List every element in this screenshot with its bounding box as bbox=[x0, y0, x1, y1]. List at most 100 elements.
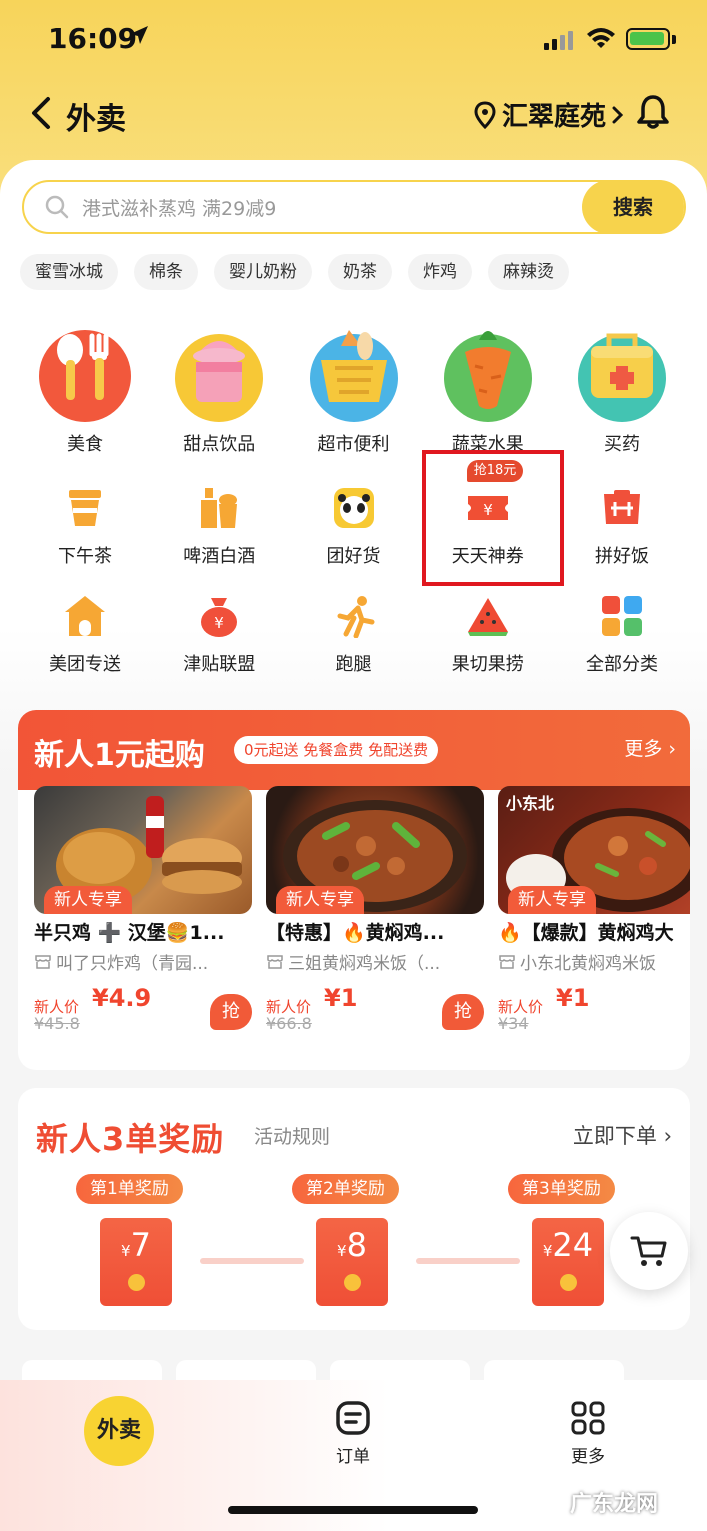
category-food[interactable]: 美食 bbox=[18, 316, 152, 456]
search-input[interactable]: 港式滋补蒸鸡 满29减9 bbox=[82, 194, 276, 221]
category-label: 超市便利 bbox=[317, 434, 390, 455]
category-dessert[interactable]: 甜点饮品 bbox=[152, 316, 286, 456]
deal-item[interactable]: 新人专享 半只鸡 ➕ 汉堡🍔1... 叫了只炸鸡（青园... 新人价 ¥4.9 … bbox=[34, 786, 252, 1038]
food-name: 🔥【爆款】黄焖鸡大 bbox=[498, 922, 674, 944]
hot-tag[interactable]: 麻辣烫 bbox=[488, 254, 569, 290]
hot-tag[interactable]: 奶茶 bbox=[328, 254, 392, 290]
location-selector[interactable]: 汇翠庭苑 bbox=[474, 96, 624, 133]
home-indicator[interactable] bbox=[228, 1506, 478, 1514]
tea-cup-icon bbox=[69, 490, 101, 526]
hot-tag[interactable]: 炸鸡 bbox=[408, 254, 472, 290]
watermelon-icon bbox=[467, 598, 508, 636]
currency-symbol: ¥ bbox=[121, 1242, 131, 1260]
delivery-house-icon bbox=[65, 596, 105, 636]
hot-tag[interactable]: 棉条 bbox=[134, 254, 198, 290]
search-button[interactable]: 搜索 bbox=[582, 179, 684, 234]
page-title[interactable]: 外卖 bbox=[66, 94, 126, 138]
subcategory-label: 拼好饭 bbox=[595, 546, 649, 567]
reward-amount: ¥24 bbox=[532, 1226, 604, 1264]
category-label: 甜点饮品 bbox=[183, 434, 256, 455]
subcategory-allowance[interactable]: ¥ 津贴联盟 bbox=[152, 588, 286, 696]
food-image: 小东北 新人专享 bbox=[498, 786, 690, 914]
reward-value: 8 bbox=[346, 1226, 367, 1264]
reward-amount: ¥7 bbox=[100, 1226, 172, 1264]
currency-symbol: ¥ bbox=[337, 1242, 347, 1260]
beer-bottle-icon bbox=[201, 488, 238, 528]
location-name: 汇翠庭苑 bbox=[502, 102, 607, 132]
subcategory-label: 津贴联盟 bbox=[183, 654, 256, 675]
sub-category-grid: 下午茶 啤酒白酒 团好货 抢18元 ¥ 天天神券 拼好饭 美团专送 ¥ 津贴联盟 bbox=[18, 460, 689, 696]
coin-icon bbox=[128, 1274, 145, 1291]
shopping-basket-icon bbox=[309, 330, 398, 422]
location-arrow-icon bbox=[130, 26, 148, 44]
subcategory-label: 果切果捞 bbox=[451, 654, 524, 675]
reward-value: 24 bbox=[552, 1226, 594, 1264]
spoon-fork-icon bbox=[39, 330, 131, 422]
search-bar[interactable]: 港式滋补蒸鸡 满29减9 搜索 bbox=[22, 179, 686, 234]
subcategory-afternoon-tea[interactable]: 下午茶 bbox=[18, 480, 152, 588]
back-arrow-icon[interactable] bbox=[30, 96, 52, 130]
food-name: 半只鸡 ➕ 汉堡🍔1... bbox=[34, 922, 225, 944]
wifi-icon bbox=[587, 28, 615, 48]
newbie-more-link[interactable]: 更多 › bbox=[624, 734, 676, 761]
shop-name-row: 小东北黄焖鸡米饭 bbox=[498, 949, 690, 974]
cart-button[interactable] bbox=[610, 1212, 688, 1290]
newbie-price: ¥1 bbox=[324, 984, 358, 1012]
subcategory-group-goods[interactable]: 团好货 bbox=[287, 480, 421, 588]
tab-orders[interactable]: 订单 bbox=[313, 1400, 393, 1467]
carrot-icon bbox=[443, 331, 532, 422]
tab-more[interactable]: 更多 bbox=[548, 1400, 628, 1467]
newbie-header: 新人1元起购 0元起送 免餐盒费 免配送费 更多 › bbox=[18, 710, 690, 790]
newbie-title: 新人1元起购 bbox=[34, 738, 205, 773]
subcategory-label: 全部分类 bbox=[586, 654, 658, 675]
subcategory-fruit-cut[interactable]: 果切果捞 bbox=[421, 588, 555, 696]
reward-step-badge: 第3单奖励 bbox=[508, 1174, 615, 1204]
currency-symbol: ¥ bbox=[542, 1242, 553, 1260]
hot-tag[interactable]: 婴儿奶粉 bbox=[214, 254, 312, 290]
grab-button[interactable]: 抢 bbox=[442, 994, 484, 1030]
category-supermarket[interactable]: 超市便利 bbox=[287, 316, 421, 456]
newbie-badge: 新人专享 bbox=[508, 886, 596, 914]
subcategory-errand[interactable]: 跑腿 bbox=[287, 588, 421, 696]
money-bag-icon: ¥ bbox=[201, 598, 238, 637]
grid-more-icon bbox=[571, 1401, 605, 1435]
subcategory-pin-meal[interactable]: 拼好饭 bbox=[555, 480, 689, 588]
shop-icon bbox=[267, 954, 283, 969]
panda-icon bbox=[333, 488, 374, 528]
notification-bell-icon[interactable] bbox=[636, 94, 670, 130]
deal-item[interactable]: 新人专享 【特惠】🔥黄焖鸡... 三姐黄焖鸡米饭（... 新人价 ¥1 ¥66.… bbox=[266, 786, 484, 1038]
hot-tag[interactable]: 蜜雪冰城 bbox=[20, 254, 118, 290]
category-label: 美食 bbox=[67, 434, 103, 455]
chevron-right-icon bbox=[612, 106, 624, 123]
original-price: ¥66.8 bbox=[266, 1014, 312, 1033]
subcategory-label: 美团专送 bbox=[49, 654, 121, 675]
shop-name: 叫了只炸鸡（青园... bbox=[56, 954, 209, 974]
deal-item[interactable]: 小东北 新人专享 🔥【爆款】黄焖鸡大 小东北黄焖鸡米饭 新人价 ¥1 ¥34 抢 bbox=[498, 786, 690, 1038]
rewards-rules-link[interactable]: 活动规则 bbox=[254, 1122, 330, 1149]
category-medicine[interactable]: 买药 bbox=[555, 316, 689, 456]
category-fruit-veg[interactable]: 蔬菜水果 bbox=[421, 316, 555, 456]
subcategory-beer[interactable]: 啤酒白酒 bbox=[152, 480, 286, 588]
newbie-badge: 新人专享 bbox=[44, 886, 132, 914]
grab-button[interactable]: 抢 bbox=[210, 994, 252, 1030]
ice-cream-icon bbox=[175, 334, 264, 422]
tab-takeaway[interactable]: 外卖 bbox=[84, 1396, 154, 1466]
food-image: 新人专享 bbox=[34, 786, 252, 914]
medicine-box-icon bbox=[578, 333, 666, 422]
original-price: ¥34 bbox=[498, 1014, 529, 1033]
reward-step[interactable]: 第2单奖励 ¥8 bbox=[292, 1174, 422, 1314]
cellular-signal-icon bbox=[544, 31, 573, 50]
order-now-link[interactable]: 立即下单 › bbox=[573, 1120, 672, 1150]
subcategory-all[interactable]: 全部分类 bbox=[555, 588, 689, 696]
shop-name: 三姐黄焖鸡米饭（... bbox=[288, 954, 441, 974]
progress-connector bbox=[416, 1258, 520, 1264]
more-label: 更多 bbox=[624, 738, 663, 760]
food-name: 【特惠】🔥黄焖鸡... bbox=[266, 922, 445, 944]
order-now-label: 立即下单 bbox=[572, 1124, 657, 1148]
coin-icon bbox=[344, 1274, 361, 1291]
reward-value: 7 bbox=[130, 1226, 151, 1264]
status-time: 16:09 bbox=[48, 22, 138, 55]
shop-icon bbox=[499, 954, 515, 969]
subcategory-meituan-delivery[interactable]: 美团专送 bbox=[18, 588, 152, 696]
reward-step[interactable]: 第1单奖励 ¥7 bbox=[76, 1174, 206, 1314]
